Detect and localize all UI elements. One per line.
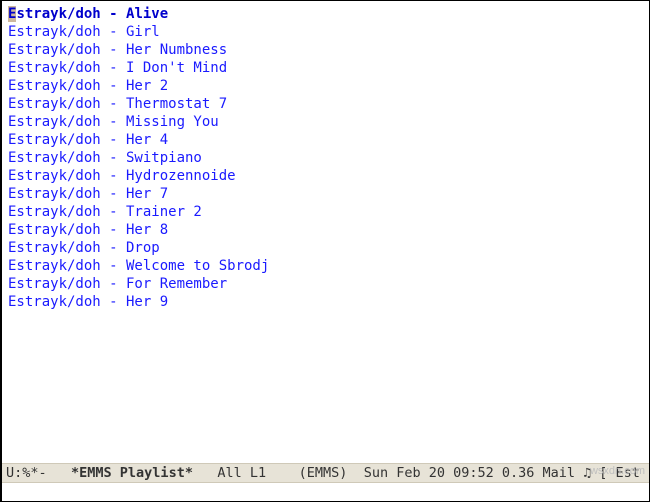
playlist-track[interactable]: Estrayk/doh - Her 8 [8, 221, 643, 239]
playlist-track[interactable]: Estrayk/doh - Her 4 [8, 131, 643, 149]
playlist-track[interactable]: Estrayk/doh - I Don't Mind [8, 59, 643, 77]
modeline-load: 0.36 [502, 465, 535, 481]
playlist-track[interactable]: Estrayk/doh - Hydrozennoide [8, 167, 643, 185]
modeline-now-playing-tail: Est [615, 465, 639, 481]
modeline-position: All L1 [217, 465, 266, 481]
minibuffer[interactable] [2, 483, 649, 501]
playlist-track[interactable]: Estrayk/doh - Welcome to Sbrodj [8, 257, 643, 275]
music-icon: ♫ [583, 466, 591, 481]
playlist-track[interactable]: Estrayk/doh - Drop [8, 239, 643, 257]
mode-line: U:%*- *EMMS Playlist* All L1 (EMMS) Sun … [2, 463, 649, 483]
playlist-track[interactable]: Estrayk/doh - For Remember [8, 275, 643, 293]
playlist-track[interactable]: Estrayk/doh - Girl [8, 23, 643, 41]
modeline-status: U:%*- [6, 465, 47, 481]
emacs-frame: Estrayk/doh - AliveEstrayk/doh - GirlEst… [0, 0, 650, 502]
playlist-track[interactable]: Estrayk/doh - Alive [8, 5, 643, 23]
playlist-track[interactable]: Estrayk/doh - Trainer 2 [8, 203, 643, 221]
modeline-time: Sun Feb 20 09:52 [364, 465, 494, 481]
playlist-track[interactable]: Estrayk/doh - Switpiano [8, 149, 643, 167]
playlist-track[interactable]: Estrayk/doh - Thermostat 7 [8, 95, 643, 113]
playlist-track[interactable]: Estrayk/doh - Her Numbness [8, 41, 643, 59]
modeline-mode: (EMMS) [299, 465, 348, 481]
track-title: strayk/doh - Alive [16, 6, 168, 22]
playlist-track[interactable]: Estrayk/doh - Her 2 [8, 77, 643, 95]
modeline-mail: Mail [543, 465, 576, 481]
modeline-buffer-name: *EMMS Playlist* [71, 465, 193, 481]
modeline-bracket: [ [599, 465, 607, 481]
playlist-track[interactable]: Estrayk/doh - Her 7 [8, 185, 643, 203]
playlist-track[interactable]: Estrayk/doh - Her 9 [8, 293, 643, 311]
playlist-track[interactable]: Estrayk/doh - Missing You [8, 113, 643, 131]
playlist-buffer[interactable]: Estrayk/doh - AliveEstrayk/doh - GirlEst… [2, 1, 649, 463]
